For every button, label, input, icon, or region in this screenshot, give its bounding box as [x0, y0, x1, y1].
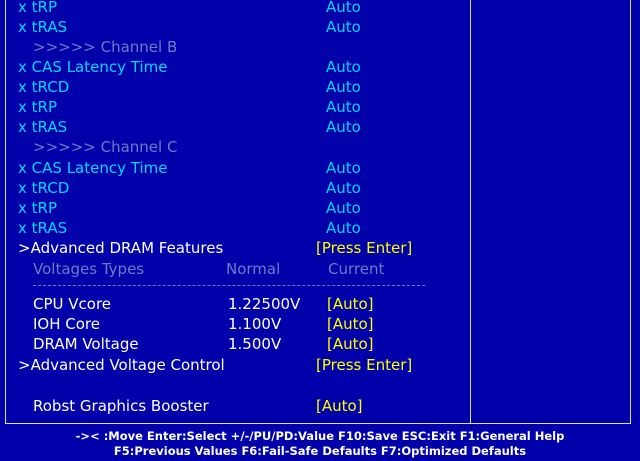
help-panel-divider	[470, 0, 471, 424]
frame-right-border	[630, 0, 631, 424]
frame-left-border	[5, 0, 6, 424]
footer-line-2: F5:Previous Values F6:Fail-Safe Defaults…	[113, 444, 527, 458]
footer-line-1: ->< :Move Enter:Select +/-/PU/PD:Value F…	[75, 429, 565, 443]
advanced-dram-press-enter[interactable]: [Press Enter]	[316, 238, 412, 258]
advanced-voltage-press-enter[interactable]: [Press Enter]	[316, 355, 412, 375]
setup-main-panel: x tRP Auto x tRAS Auto >>>>> Channel B x…	[0, 0, 640, 424]
key-help-footer: ->< :Move Enter:Select +/-/PU/PD:Value F…	[0, 424, 640, 461]
robst-graphics-booster-value[interactable]: [Auto]	[316, 396, 363, 416]
ioh-core-value[interactable]: [Auto]	[327, 314, 374, 334]
dram-voltage-value[interactable]: [Auto]	[327, 334, 374, 354]
cpu-vcore-value[interactable]: [Auto]	[327, 294, 374, 314]
voltage-divider	[33, 285, 425, 286]
